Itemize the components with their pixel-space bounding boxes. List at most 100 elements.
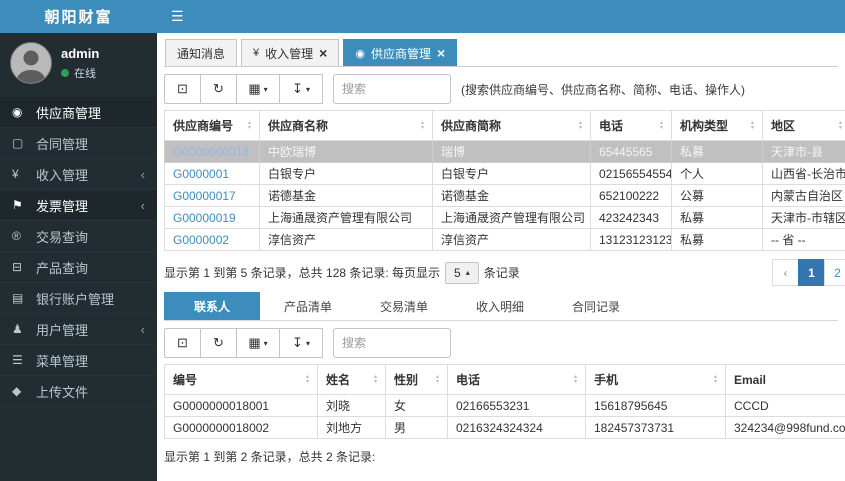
close-icon[interactable]: × — [319, 46, 327, 60]
column-header-phone[interactable]: 电话 ▴ ▾ — [447, 364, 586, 395]
supplier-toolbar: ⊡ ↻ ▦ ▾ ↧ ▾ (搜索供应商编号、供应商名称、简称、电话、操作人) — [164, 74, 838, 104]
sidebar-item-supplier-mgmt[interactable]: ◉ 供应商管理 — [0, 97, 157, 128]
table-row[interactable]: G0000000018001 刘晓 女 02166553231 15618795… — [164, 394, 845, 417]
tab-contract-records[interactable]: 合同记录 — [548, 292, 644, 320]
supplier-id-link[interactable]: G0000001 — [173, 167, 229, 181]
contact-header-row: 编号 ▴ ▾ 姓名 ▴ ▾ 性别 ▴ ▾ 电话 ▴ ▾ 手机 ▴ ▾ Email — [164, 364, 845, 395]
table-row[interactable]: G00000017 诺德基金 诺德基金 652100222 公募 内蒙古自治区 … — [164, 184, 845, 207]
column-header-phone[interactable]: 电话 ▴ ▾ — [590, 110, 672, 141]
column-header-email[interactable]: Email — [725, 364, 845, 395]
chevron-left-icon: ‹ — [140, 321, 145, 337]
registered-icon: ® — [12, 229, 21, 243]
document-icon: ▢ — [12, 136, 24, 150]
export-button[interactable]: ↧ ▾ — [279, 74, 323, 104]
column-header-org-type[interactable]: 机构类型 ▴ ▾ — [671, 110, 763, 141]
tab-products[interactable]: 产品清单 — [260, 292, 356, 320]
app-logo[interactable]: 朝阳财富 — [0, 0, 157, 33]
table-row[interactable]: G0000001 白银专户 白银专户 02156554554 个人 山西省-长治… — [164, 162, 845, 185]
column-header-gender[interactable]: 性别 ▴ ▾ — [385, 364, 448, 395]
sidebar-item-contract-mgmt[interactable]: ▢ 合同管理 — [0, 128, 157, 159]
supplier-id-link[interactable]: G0000002 — [173, 233, 229, 247]
cell: 山西省-长治市 — [762, 162, 845, 185]
cell: 私募 — [671, 206, 763, 229]
cell: 中欧瑞博 — [259, 140, 433, 163]
toggle-view-button[interactable]: ⊡ — [164, 328, 201, 358]
tab-income-mgmt[interactable]: ¥ 收入管理 × — [241, 39, 340, 66]
contact-search-input[interactable] — [333, 328, 451, 358]
sidebar-item-invoice-mgmt[interactable]: ⚑ 发票管理 ‹ — [0, 190, 157, 221]
cell: 私募 — [671, 140, 763, 163]
app-window: 朝阳财富 admin 在线 ◉ 供应商管理 ▢ 合同管理 ¥ 收入管理 ‹ ⚑ … — [0, 0, 845, 481]
supplier-id-link[interactable]: G00000017 — [173, 189, 236, 203]
close-icon[interactable]: × — [437, 46, 445, 60]
column-header-region[interactable]: 地区 ▴ ▾ — [762, 110, 845, 141]
sidebar-item-label: 供应商管理 — [36, 105, 102, 121]
menu-toggle-button[interactable]: ☰ — [171, 8, 184, 25]
supplier-search-input[interactable] — [333, 74, 451, 104]
page-button-1[interactable]: 1 — [798, 259, 825, 286]
card-view-icon: ⊡ — [177, 81, 188, 96]
export-button[interactable]: ↧ ▾ — [279, 328, 323, 358]
tab-notifications[interactable]: 通知消息 — [165, 39, 238, 66]
cell: 内蒙古自治区 — [762, 184, 845, 207]
toggle-view-button[interactable]: ⊡ — [164, 74, 201, 104]
sidebar-item-product-query[interactable]: ⊟ 产品查询 — [0, 252, 157, 283]
columns-icon: ▦ — [248, 335, 261, 350]
sidebar-item-income-mgmt[interactable]: ¥ 收入管理 ‹ — [0, 159, 157, 190]
sidebar: 朝阳财富 admin 在线 ◉ 供应商管理 ▢ 合同管理 ¥ 收入管理 ‹ ⚑ … — [0, 0, 157, 481]
supplier-header-row: 供应商编号 ▴ ▾ 供应商名称 ▴ ▾ 供应商简称 ▴ ▾ 电话 ▴ ▾ 机构类型 ▴ ▾ 地区 ▴ ▾… — [164, 110, 845, 141]
page-button-2[interactable]: 2 — [824, 259, 845, 286]
tab-label: 通知消息 — [177, 46, 226, 61]
supplier-id-link[interactable]: G00000019 — [173, 211, 236, 225]
table-row[interactable]: G0000000018 中欧瑞博 瑞博 65445565 私募 天津市-县 ad… — [164, 140, 845, 163]
sidebar-item-user-mgmt[interactable]: ♟ 用户管理 ‹ — [0, 314, 157, 345]
columns-button[interactable]: ▦ ▾ — [236, 74, 280, 104]
sidebar-item-label: 菜单管理 — [36, 353, 89, 369]
columns-icon: ▦ — [248, 81, 261, 96]
page-size-select[interactable]: 5 ▴ — [445, 261, 479, 284]
user-name: admin — [61, 45, 100, 61]
chevron-down-icon: ▾ — [305, 84, 310, 94]
columns-button[interactable]: ▦ ▾ — [236, 328, 280, 358]
tab-transactions[interactable]: 交易清单 — [356, 292, 452, 320]
sidebar-item-transaction-query[interactable]: ® 交易查询 — [0, 221, 157, 252]
table-row[interactable]: G0000002 淳信资产 淳信资产 13123123123 私募 -- 省 -… — [164, 228, 845, 251]
prev-page-button[interactable]: ‹ — [772, 259, 799, 286]
sidebar-item-upload-file[interactable]: ◆ 上传文件 — [0, 376, 157, 407]
cell: 13123123123 — [590, 228, 672, 251]
sort-icon: ▴ ▾ — [373, 373, 377, 385]
sidebar-item-bank-account-mgmt[interactable]: ▤ 银行账户管理 — [0, 283, 157, 314]
sidebar-item-label: 收入管理 — [36, 167, 89, 183]
column-header-name[interactable]: 姓名 ▴ ▾ — [317, 364, 386, 395]
cell: 个人 — [671, 162, 763, 185]
column-header-supplier-id[interactable]: 供应商编号 ▴ ▾ — [164, 110, 260, 141]
supplier-id-link[interactable]: G0000000018 — [173, 145, 249, 159]
cell: 白银专户 — [432, 162, 591, 185]
cell: 652100222 — [590, 184, 672, 207]
column-header-supplier-name[interactable]: 供应商名称 ▴ ▾ — [259, 110, 433, 141]
table-row[interactable]: G0000000018002 刘地方 男 0216324324324 18245… — [164, 416, 845, 439]
tab-contacts[interactable]: 联系人 — [164, 292, 260, 320]
refresh-button[interactable]: ↻ — [200, 74, 237, 104]
sidebar-item-label: 用户管理 — [36, 322, 89, 338]
supplier-summary-row: 显示第 1 到第 5 条记录，总共 128 条记录: 每页显示 5 ▴ 条记录 … — [164, 259, 845, 286]
table-row[interactable]: G00000019 上海通晟资产管理有限公司 上海通晟资产管理有限公司 4232… — [164, 206, 845, 229]
tab-income-detail[interactable]: 收入明细 — [452, 292, 548, 320]
content-panel: 通知消息 ¥ 收入管理 × ◉ 供应商管理 × ⊡ ↻ ▦ ▾ ↧ ▾ 搜索 (… — [157, 33, 845, 481]
sidebar-item-menu-mgmt[interactable]: ☰ 菜单管理 — [0, 345, 157, 376]
sort-icon: ▴ ▾ — [713, 373, 717, 385]
chevron-left-icon: ‹ — [140, 166, 145, 182]
sidebar-item-label: 发票管理 — [36, 198, 89, 214]
cell: 上海通晟资产管理有限公司 — [259, 206, 433, 229]
cell: 白银专户 — [259, 162, 433, 185]
column-label: 供应商编号 — [173, 119, 234, 133]
cell: G0000000018002 — [164, 416, 318, 439]
tab-label: 收入管理 — [265, 46, 314, 61]
column-header-mobile[interactable]: 手机 ▴ ▾ — [585, 364, 726, 395]
supplier-table: 供应商编号 ▴ ▾ 供应商名称 ▴ ▾ 供应商简称 ▴ ▾ 电话 ▴ ▾ 机构类型 ▴ ▾ 地区 ▴ ▾… — [164, 110, 845, 251]
contact-table: 编号 ▴ ▾ 姓名 ▴ ▾ 性别 ▴ ▾ 电话 ▴ ▾ 手机 ▴ ▾ Email G00000000… — [164, 364, 845, 439]
column-header-supplier-short-name[interactable]: 供应商简称 ▴ ▾ — [432, 110, 591, 141]
column-header-contact-id[interactable]: 编号 ▴ ▾ — [164, 364, 318, 395]
refresh-button[interactable]: ↻ — [200, 328, 237, 358]
tab-supplier-mgmt[interactable]: ◉ 供应商管理 × — [343, 39, 458, 66]
